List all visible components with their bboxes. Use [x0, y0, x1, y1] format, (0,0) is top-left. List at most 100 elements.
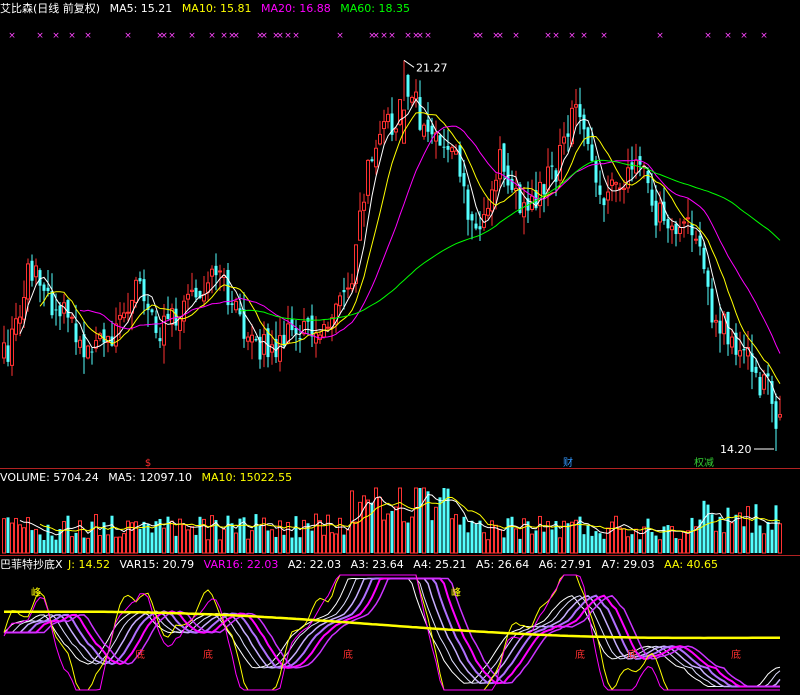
ma5-label: MA5: 15.21 [109, 2, 173, 15]
candle-body [22, 296, 26, 320]
candle-body [458, 145, 462, 177]
candle-body [122, 312, 126, 319]
volume-bar [314, 513, 318, 554]
signal-mark: × [600, 31, 608, 41]
candle-body [90, 351, 94, 353]
volume-bar [762, 533, 766, 554]
volume-bar [738, 512, 742, 554]
signal-mark: × [656, 31, 664, 41]
candle-body [70, 316, 74, 319]
indicator-legend: 巴菲特抄底X J: 14.52 VAR15: 20.79 VAR16: 22.0… [0, 557, 724, 573]
volume-bar [442, 488, 446, 553]
signal-mark: × [544, 31, 552, 41]
signal-mark: × [760, 31, 768, 41]
volume-bar [226, 515, 230, 553]
volume-bar [402, 521, 406, 554]
indicator-panel[interactable]: 峰 峰底 底 底 底 底 底 [3, 574, 781, 691]
chart-title: 艾比森(日线 前复权) [0, 2, 101, 15]
volume-bar [530, 533, 534, 554]
candle-body [494, 179, 498, 192]
volume-bar [234, 532, 238, 554]
volume-bar [30, 530, 34, 553]
signal-mark: × [168, 31, 176, 41]
volume-bar [42, 539, 46, 553]
candle-body [658, 202, 662, 223]
volume-bar [162, 527, 166, 554]
candle-body [262, 334, 266, 355]
indicator-line-5 [4, 577, 780, 688]
candle-body [710, 288, 714, 323]
signal-mark: × [552, 31, 560, 41]
volume-bar [270, 529, 274, 554]
volume-bar [602, 538, 606, 553]
candle-body [6, 345, 10, 362]
candle-body [310, 315, 314, 337]
volume-bar [366, 499, 370, 554]
candle-body [598, 185, 602, 195]
candle-body [382, 121, 386, 130]
candle-body [422, 124, 426, 137]
signal-mark: × [68, 31, 76, 41]
candle-body [550, 165, 554, 167]
candle-body [738, 350, 742, 357]
indicator-line-4 [4, 577, 780, 688]
candle-body [450, 147, 454, 153]
candle-body [194, 287, 198, 298]
candle-body [318, 334, 322, 340]
signal-mark: × [388, 31, 396, 41]
indicator-var15: VAR15: 20.79 [119, 558, 195, 571]
volume-bar [354, 521, 358, 554]
indicator-line-0 [3, 578, 781, 687]
ma10-line [39, 112, 781, 384]
price-panel[interactable]: × × × × × × ×× × × × × ×× ×× ×× × × × ×× × × × ×× × ×× ×× × × × × × × ×… [2, 31, 782, 469]
candle-body [126, 311, 130, 314]
volume-legend: VOLUME: 5704.24 MA5: 12097.10 MA10: 1502… [0, 470, 298, 486]
indicator-line-3 [4, 577, 780, 688]
volume-ma10-label: MA10: 15022.55 [201, 471, 293, 484]
stock-chart[interactable]: × × × × × × ×× × × × × ×× ×× ×× × × × ×× × × × ×× × ×× ×× × × × × × × ×… [0, 0, 800, 695]
volume-bar [494, 524, 498, 554]
volume-bar [278, 520, 282, 554]
indicator-a6: A6: 27.91 [538, 558, 592, 571]
volume-bar [418, 488, 422, 553]
volume-bar [606, 527, 610, 554]
candle-body [66, 300, 70, 318]
volume-bar [150, 532, 154, 553]
high-annotation: 21.27 [416, 61, 448, 74]
indicator-var16-line [3, 574, 780, 691]
candle-body [702, 247, 706, 270]
volume-bar [510, 516, 514, 553]
volume-bar [322, 534, 326, 554]
indicator-name: 巴菲特抄底X [0, 558, 63, 571]
indicator-signal: 峰 [31, 587, 41, 599]
volume-bar [358, 501, 362, 554]
volume-bar [250, 530, 254, 554]
ma60-label: MA60: 18.35 [340, 2, 410, 15]
volume-bar [462, 516, 466, 553]
candle-body [366, 159, 370, 196]
volume-bar [2, 518, 6, 554]
volume-bar [6, 517, 10, 553]
volume-bar [302, 519, 306, 554]
price-legend: 艾比森(日线 前复权) MA5: 15.21 MA10: 15.81 MA20:… [0, 1, 416, 17]
volume-bar [482, 532, 486, 554]
volume-bar [758, 525, 762, 553]
volume-bar [654, 535, 658, 553]
ma10-label: MA10: 15.81 [181, 2, 252, 15]
candle-body [250, 334, 254, 343]
candle-body [18, 316, 22, 324]
volume-bar [706, 504, 710, 553]
candle-body [210, 268, 214, 277]
volume-panel[interactable] [2, 487, 782, 554]
signal-mark: × [208, 31, 216, 41]
candle-body [370, 159, 374, 162]
candle-body [682, 221, 686, 224]
candle-body [578, 104, 582, 118]
candle-body [670, 225, 674, 231]
candle-body [110, 336, 114, 346]
volume-bar [458, 524, 462, 553]
volume-bar [614, 515, 618, 554]
candle-body [166, 313, 170, 320]
indicator-signal: 底 [731, 648, 741, 661]
candle-body [10, 328, 14, 366]
